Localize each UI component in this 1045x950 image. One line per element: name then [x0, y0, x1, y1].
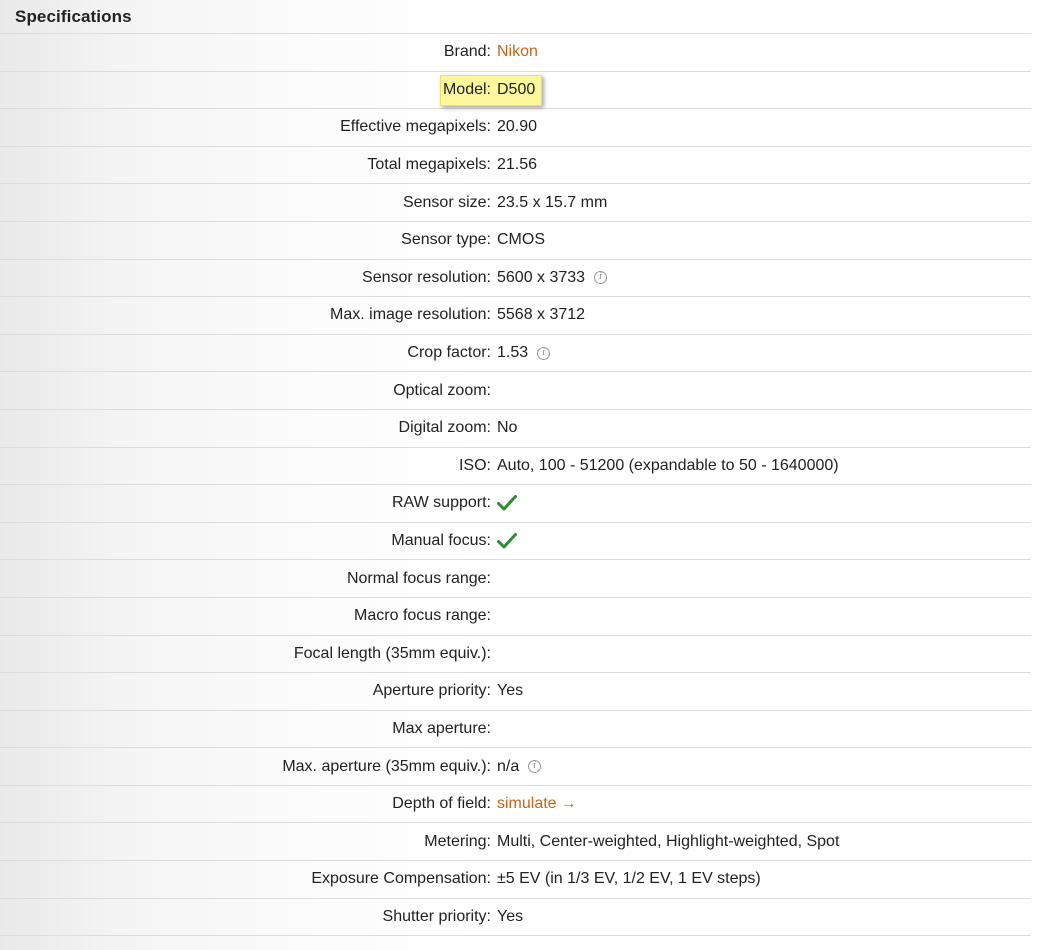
spec-label: RAW support: — [392, 494, 491, 512]
spec-value: Multi, Center-weighted, Highlight-weight… — [497, 832, 840, 850]
info-icon[interactable]: i — [594, 271, 608, 285]
spec-label: Metering: — [424, 832, 491, 850]
spec-label: Aperture priority: — [372, 682, 491, 700]
spec-value-cell: 5568 x 3712 — [491, 306, 585, 324]
spec-label: Max aperture: — [392, 719, 491, 737]
spec-value: 5600 x 3733 — [497, 268, 586, 286]
spec-value-cell — [491, 532, 517, 550]
spec-value: 21.56 — [497, 156, 538, 174]
specifications-panel: Specifications Brand: Nikon Model: D500 Effe… — [0, 0, 1031, 950]
spec-value: No — [497, 419, 518, 437]
spec-label: Shutter priority: — [382, 907, 491, 925]
spec-row: Shutter priority: Yes — [0, 899, 1031, 937]
section-title: Specifications — [0, 0, 1031, 34]
arrow-right-icon[interactable]: → — [561, 795, 577, 813]
spec-value-cell — [491, 494, 517, 512]
spec-row: Digital zoom: No — [0, 410, 1031, 448]
spec-row: RAW support: — [0, 485, 1031, 523]
spec-row: Macro focus range: — [0, 598, 1031, 636]
spec-value-cell: Auto, 100 - 51200 (expandable to 50 - 16… — [491, 457, 839, 475]
spec-label: Brand: — [443, 43, 491, 61]
spec-label: Normal focus range: — [346, 569, 491, 587]
spec-value: D500 — [497, 80, 536, 98]
spec-label: Focal length (35mm equiv.): — [293, 644, 491, 662]
spec-value-cell: 20.90 — [491, 118, 537, 136]
spec-value: 23.5 x 15.7 mm — [497, 193, 608, 211]
spec-label: Macro focus range: — [354, 607, 491, 625]
spec-row: Crop factor: 1.53 i — [0, 335, 1031, 373]
spec-value-cell: simulate → — [491, 795, 577, 813]
spec-value: 1.53 — [497, 344, 529, 362]
spec-label: Total megapixels: — [367, 156, 491, 174]
spec-row: Exposure Compensation: ±5 EV (in 1/3 EV, … — [0, 861, 1031, 899]
spec-row: ISO: Auto, 100 - 51200 (expandable to 50 … — [0, 448, 1031, 486]
spec-row: Total megapixels: 21.56 — [0, 147, 1031, 185]
spec-value: 20.90 — [497, 118, 538, 136]
spec-value: Yes — [497, 907, 524, 925]
spec-value-cell: 5600 x 3733 i — [491, 268, 608, 287]
spec-row: Optical zoom: — [0, 372, 1031, 410]
spec-row: Sensor size: 23.5 x 15.7 mm — [0, 184, 1031, 222]
spec-value-cell: Yes — [491, 682, 523, 700]
spec-label: ISO: — [458, 456, 491, 474]
spec-label: Effective megapixels: — [340, 118, 491, 136]
spec-value-cell: D500 — [491, 81, 535, 99]
spec-label: Digital zoom: — [398, 419, 491, 437]
spec-row: Sensor resolution: 5600 x 3733 i — [0, 260, 1031, 298]
spec-value-cell: No — [491, 419, 517, 437]
spec-row: Metering: Multi, Center-weighted, Highlig… — [0, 823, 1031, 862]
checkmark-icon — [497, 494, 517, 512]
spec-value-cell: Yes — [491, 908, 523, 926]
spec-row: Max. image resolution: 5568 x 3712 — [0, 297, 1031, 335]
spec-value-cell: n/a i — [491, 757, 542, 776]
spec-value-cell: ±5 EV (in 1/3 EV, 1/2 EV, 1 EV steps) — [491, 870, 761, 888]
spec-value-cell: 23.5 x 15.7 mm — [491, 194, 607, 212]
spec-label: Crop factor: — [407, 344, 491, 362]
spec-value-cell: Multi, Center-weighted, Highlight-weight… — [491, 833, 839, 851]
spec-value-cell: 1.53 i — [491, 344, 551, 362]
spec-value-cell: CMOS — [491, 231, 545, 249]
spec-label: Sensor type: — [401, 231, 491, 249]
spec-row: Manual focus: — [0, 523, 1031, 561]
spec-value: 5568 x 3712 — [497, 306, 586, 324]
spec-row: Brand: Nikon — [0, 34, 1031, 72]
simulate-link[interactable]: simulate — [497, 795, 557, 813]
spec-label: Depth of field: — [392, 795, 491, 813]
spec-label: Manual focus: — [391, 532, 491, 550]
spec-row: Depth of field: simulate → — [0, 786, 1031, 824]
spec-value: ±5 EV (in 1/3 EV, 1/2 EV, 1 EV steps) — [497, 870, 761, 888]
spec-table: Brand: Nikon Model: D500 Effective megapixel… — [0, 34, 1031, 937]
spec-row: Max. aperture (35mm equiv.): n/a i — [0, 748, 1031, 786]
checkmark-icon — [497, 532, 517, 550]
info-icon[interactable]: i — [537, 346, 551, 360]
spec-row: Focal length (35mm equiv.): — [0, 636, 1031, 674]
spec-value: Auto, 100 - 51200 (expandable to 50 - 16… — [497, 456, 839, 474]
spec-row: Effective megapixels: 20.90 — [0, 109, 1031, 147]
spec-row: Max aperture: — [0, 711, 1031, 749]
spec-label: Model: — [442, 80, 491, 98]
spec-label: Optical zoom: — [393, 381, 491, 399]
spec-value: CMOS — [497, 231, 545, 249]
spec-label: Max. aperture (35mm equiv.): — [282, 757, 491, 775]
spec-row: Aperture priority: Yes — [0, 673, 1031, 711]
info-icon[interactable]: i — [528, 760, 542, 774]
brand-link[interactable]: Nikon — [497, 43, 538, 61]
spec-label: Sensor size: — [402, 193, 491, 211]
spec-value-cell: Nikon — [491, 43, 538, 61]
spec-row: Normal focus range: — [0, 560, 1031, 598]
spec-row: Sensor type: CMOS — [0, 222, 1031, 260]
spec-value: Yes — [497, 682, 524, 700]
spec-value: n/a — [497, 757, 520, 775]
spec-label: Max. image resolution: — [330, 306, 491, 324]
spec-value-cell: 21.56 — [491, 156, 537, 174]
spec-label: Sensor resolution: — [362, 268, 491, 286]
spec-label: Exposure Compensation: — [311, 870, 491, 888]
